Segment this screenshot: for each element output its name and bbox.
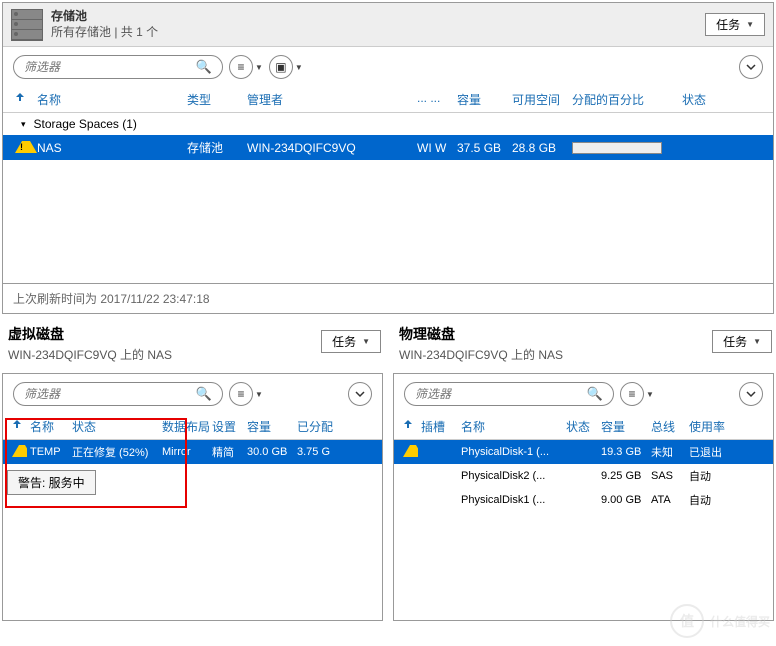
cell-type: 存储池 bbox=[183, 139, 243, 156]
group-row[interactable]: ▾ Storage Spaces (1) bbox=[3, 113, 773, 135]
refresh-info: 上次刷新时间为 2017/11/22 23:47:18 bbox=[3, 283, 773, 313]
col-capacity[interactable]: 容量 bbox=[453, 91, 508, 108]
view-options-vdisk[interactable]: ≡▼ bbox=[229, 382, 263, 406]
filter-input-vdisk[interactable] bbox=[24, 387, 196, 401]
cell-sep: WI W bbox=[413, 141, 453, 155]
pdisk-table-row[interactable]: PhysicalDisk1 (...9.00 GBATA自动 bbox=[394, 488, 773, 512]
col-sep[interactable]: ... ... bbox=[413, 91, 453, 108]
collapse-triangle-icon[interactable]: ▾ bbox=[21, 119, 26, 130]
top-header: 存储池 所有存储池 | 共 1 个 任务 bbox=[3, 3, 773, 47]
cell-alloc bbox=[568, 141, 678, 155]
top-title: 存储池 bbox=[51, 9, 705, 25]
filter-input-pdisk-wrap[interactable]: 🔍 bbox=[404, 382, 614, 406]
search-icon[interactable]: 🔍 bbox=[196, 59, 212, 75]
watermark: 值 什么值得买 bbox=[670, 604, 770, 638]
sort-icon[interactable] bbox=[11, 91, 33, 108]
cell-free: 28.8 GB bbox=[508, 141, 568, 155]
storage-pools-panel: 存储池 所有存储池 | 共 1 个 任务 🔍 ≡▼ ▣▼ 名称 类型 管理者 .… bbox=[2, 2, 774, 314]
pdisk-subtitle: WIN-234DQIFC9VQ 上的 NAS bbox=[395, 344, 567, 365]
save-options-button[interactable]: ▣▼ bbox=[269, 55, 303, 79]
vdisk-subtitle: WIN-234DQIFC9VQ 上的 NAS bbox=[4, 344, 176, 365]
col-free[interactable]: 可用空间 bbox=[508, 91, 568, 108]
tasks-dropdown-vdisk[interactable]: 任务 bbox=[321, 330, 381, 353]
col-type[interactable]: 类型 bbox=[183, 91, 243, 108]
sort-icon[interactable] bbox=[400, 418, 418, 435]
pdisk-table-row[interactable]: PhysicalDisk-1 (...19.3 GB未知已退出 bbox=[394, 440, 773, 464]
tasks-dropdown-pdisk[interactable]: 任务 bbox=[712, 330, 772, 353]
top-subtitle: 所有存储池 | 共 1 个 bbox=[51, 25, 705, 41]
pdisk-title: 物理磁盘 bbox=[395, 318, 567, 344]
search-icon[interactable]: 🔍 bbox=[587, 386, 603, 402]
collapse-button-vdisk[interactable] bbox=[348, 382, 372, 406]
col-admin[interactable]: 管理者 bbox=[243, 91, 413, 108]
warning-icon bbox=[15, 141, 29, 155]
cell-name: NAS bbox=[33, 141, 183, 155]
col-name[interactable]: 名称 bbox=[33, 91, 183, 108]
vdisk-title: 虚拟磁盘 bbox=[4, 318, 176, 344]
filter-input-vdisk-wrap[interactable]: 🔍 bbox=[13, 382, 223, 406]
view-options-pdisk[interactable]: ≡▼ bbox=[620, 382, 654, 406]
cell-admin: WIN-234DQIFC9VQ bbox=[243, 141, 413, 155]
pdisk-table-row[interactable]: PhysicalDisk2 (...9.25 GBSAS自动 bbox=[394, 464, 773, 488]
collapse-button-pdisk[interactable] bbox=[739, 382, 763, 406]
highlight-box bbox=[5, 418, 187, 508]
search-icon[interactable]: 🔍 bbox=[196, 386, 212, 402]
storage-pool-icon bbox=[11, 9, 43, 41]
view-options-button[interactable]: ≡▼ bbox=[229, 55, 263, 79]
filter-input-wrap[interactable]: 🔍 bbox=[13, 55, 223, 79]
col-status[interactable]: 状态 bbox=[678, 91, 765, 108]
collapse-button-top[interactable] bbox=[739, 55, 763, 79]
group-name: Storage Spaces (1) bbox=[34, 117, 137, 131]
pdisk-grid-header[interactable]: 插槽 名称 状态 容量 总线 使用率 bbox=[394, 414, 773, 440]
top-table-row[interactable]: NAS 存储池 WIN-234DQIFC9VQ WI W 37.5 GB 28.… bbox=[3, 135, 773, 160]
filter-input-top[interactable] bbox=[24, 60, 196, 74]
top-grid-header[interactable]: 名称 类型 管理者 ... ... 容量 可用空间 分配的百分比 状态 bbox=[3, 87, 773, 113]
warning-icon bbox=[403, 445, 417, 459]
filter-input-pdisk[interactable] bbox=[415, 387, 587, 401]
tasks-dropdown-top[interactable]: 任务 bbox=[705, 13, 765, 36]
top-toolbar: 🔍 ≡▼ ▣▼ bbox=[3, 47, 773, 87]
col-alloc[interactable]: 分配的百分比 bbox=[568, 91, 678, 108]
cell-capacity: 37.5 GB bbox=[453, 141, 508, 155]
